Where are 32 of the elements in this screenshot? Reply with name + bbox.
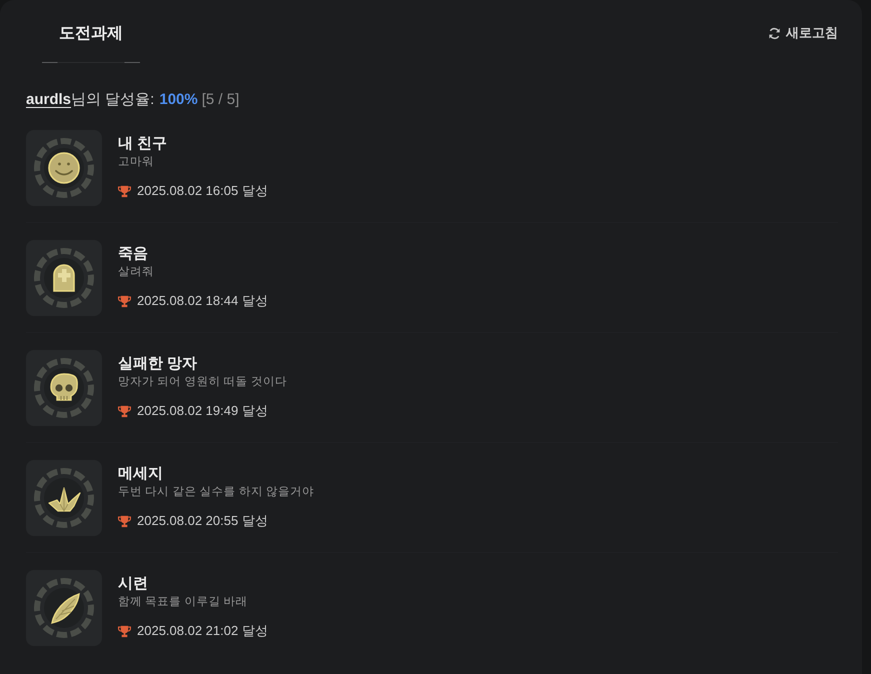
- achievement-date: 2025.08.02 18:44 달성: [137, 293, 268, 309]
- achievement-title: 실패한 망자: [118, 354, 198, 373]
- summary-label: 님의 달성율:: [71, 90, 154, 110]
- achievement-date: 2025.08.02 21:02 달성: [137, 623, 268, 639]
- achievement-title: 시련: [118, 574, 148, 593]
- paper-crane-badge-icon: [26, 460, 102, 536]
- username-link[interactable]: aurdls: [26, 90, 72, 110]
- tab[interactable]: 도전과제: [42, 18, 140, 63]
- achievement-date: 2025.08.02 19:49 달성: [137, 403, 268, 419]
- smiley-badge-icon: [26, 130, 102, 206]
- achievement-date: 2025.08.02 20:55 달성: [137, 513, 268, 529]
- trophy-icon: [118, 514, 131, 528]
- trophy-icon: [118, 404, 131, 418]
- trophy-icon: [118, 184, 131, 198]
- achievement-description: 두번 다시 같은 실수를 하지 않을거야: [118, 485, 314, 500]
- completion-percent: 100%: [159, 90, 198, 110]
- wing-badge-icon: [26, 570, 102, 646]
- achievement-title: 메세지: [118, 464, 163, 483]
- achievement-description: 고마워: [118, 155, 154, 170]
- trophy-icon: [118, 294, 131, 308]
- achievement-description: 망자가 되어 영원히 떠돌 것이다: [118, 375, 287, 390]
- achievement-title: 죽음: [118, 244, 148, 263]
- skull-badge-icon: [26, 350, 102, 426]
- refresh-button[interactable]: 새로고침: [768, 22, 838, 44]
- achievement-description: 살려줘: [118, 265, 154, 280]
- achievement-date: 2025.08.02 16:05 달성: [137, 183, 268, 199]
- achievement-description: 함께 목표를 이루길 바래: [118, 595, 248, 610]
- refresh-icon: [768, 26, 781, 40]
- trophy-icon: [118, 624, 131, 638]
- achievement-title: 내 친구: [118, 134, 168, 153]
- completion-count: [5 / 5]: [202, 90, 240, 110]
- tombstone-badge-icon: [26, 240, 102, 316]
